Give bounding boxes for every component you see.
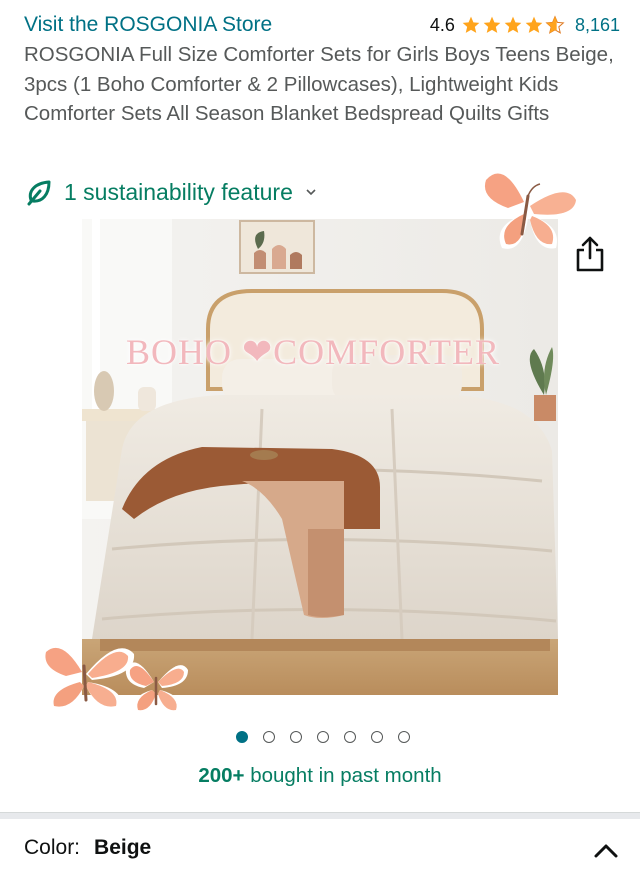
chevron-up-icon xyxy=(594,844,618,858)
carousel-dot[interactable] xyxy=(263,731,275,743)
half-star-icon xyxy=(545,15,565,34)
store-link[interactable]: Visit the ROSGONIA Store xyxy=(24,13,272,37)
leaf-icon xyxy=(27,180,51,206)
chevron-down-icon xyxy=(306,189,316,196)
bedroom-photo xyxy=(82,219,558,695)
rating-summary[interactable]: 4.6 8,161 xyxy=(430,15,620,36)
product-image[interactable]: BOHO ❤COMFORTER xyxy=(82,219,558,695)
star-icon xyxy=(462,16,480,33)
star-icon xyxy=(504,16,522,33)
star-icon xyxy=(483,16,501,33)
image-carousel-dots xyxy=(0,727,640,749)
carousel-dot[interactable] xyxy=(290,731,302,743)
rating-number: 4.6 xyxy=(429,14,455,35)
carousel-dot[interactable] xyxy=(236,731,248,743)
bought-text: bought in past month xyxy=(244,764,442,787)
section-divider xyxy=(0,812,640,819)
sustainability-label: 1 sustainability feature xyxy=(64,178,293,205)
bought-in-past-month: 200+ bought in past month xyxy=(0,764,640,788)
store-rating-row: Visit the ROSGONIA Store 4.6 8,161 xyxy=(24,10,620,40)
rating-count-link[interactable]: 8,161 xyxy=(575,15,620,36)
carousel-dot[interactable] xyxy=(344,731,356,743)
bought-count: 200+ xyxy=(198,764,245,787)
carousel-dot[interactable] xyxy=(398,731,410,743)
butterfly-sticker xyxy=(125,662,188,713)
color-label: Color: xyxy=(24,836,81,859)
carousel-dot[interactable] xyxy=(317,731,329,743)
carousel-dot[interactable] xyxy=(371,731,383,743)
image-overlay-text: BOHO ❤COMFORTER xyxy=(126,332,501,372)
butterfly-sticker xyxy=(478,168,582,249)
selected-color-value: Beige xyxy=(94,836,152,859)
star-icon xyxy=(525,16,543,33)
color-selector-header[interactable]: Color: Beige xyxy=(24,836,620,876)
product-title: ROSGONIA Full Size Comforter Sets for Gi… xyxy=(24,43,614,125)
star-rating xyxy=(461,15,565,35)
sustainability-feature-toggle[interactable]: 1 sustainability feature xyxy=(24,174,317,210)
